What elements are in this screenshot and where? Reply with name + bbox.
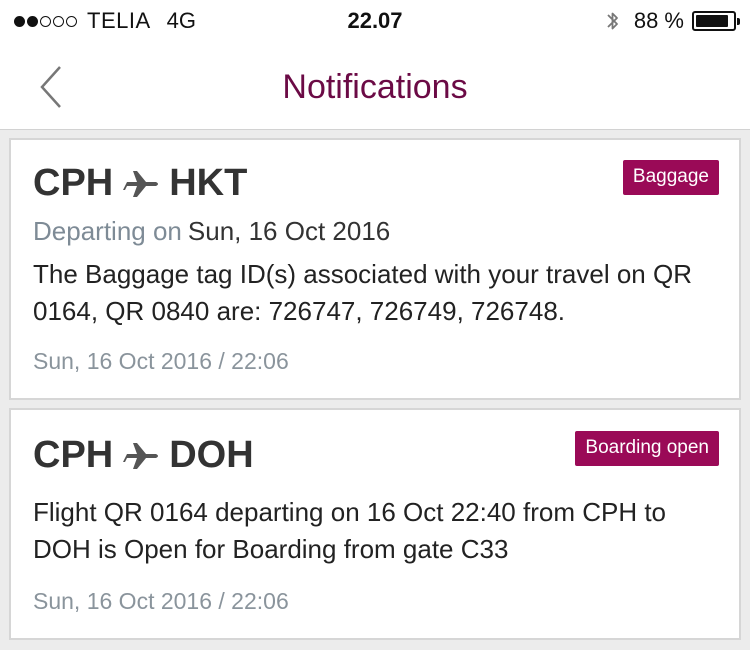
destination-code: HKT xyxy=(169,162,248,204)
notification-message: The Baggage tag ID(s) associated with yo… xyxy=(33,259,692,326)
status-bar: TELIA 4G 22.07 88 % xyxy=(0,0,750,42)
battery-level xyxy=(696,15,728,27)
origin-code: CPH xyxy=(33,162,114,204)
battery-percentage: 88 % xyxy=(633,8,684,33)
bluetooth-icon xyxy=(607,12,618,30)
battery-icon xyxy=(692,11,740,31)
notification-type-badge: Boarding open xyxy=(575,431,719,466)
battery-tip xyxy=(737,18,740,25)
notification-card[interactable]: CPH DOH Boarding open Flight QR 0164 dep… xyxy=(9,408,741,640)
origin-code: CPH xyxy=(33,434,114,476)
flight-route: CPH DOH xyxy=(33,434,254,477)
departing-label: Departing on xyxy=(33,216,182,246)
airplane-icon xyxy=(123,170,159,197)
notification-card[interactable]: CPH HKT Baggage Departing on Sun, 16 Oct … xyxy=(9,138,741,400)
notification-message: Flight QR 0164 departing on 16 Oct 22:40… xyxy=(33,497,667,564)
status-right: 88 % xyxy=(606,8,740,34)
departing-info: Departing on Sun, 16 Oct 2016 xyxy=(33,216,390,247)
flight-route: CPH HKT xyxy=(33,162,247,205)
notification-type-badge: Baggage xyxy=(622,160,719,195)
destination-code: DOH xyxy=(169,434,254,476)
notification-timestamp: Sun, 16 Oct 2016 / 22:06 xyxy=(33,588,289,614)
airplane-icon xyxy=(123,442,159,469)
notification-timestamp: Sun, 16 Oct 2016 / 22:06 xyxy=(33,348,289,374)
navigation-bar: Notifications xyxy=(0,42,750,130)
page-title: Notifications xyxy=(282,68,468,106)
departing-date: Sun, 16 Oct 2016 xyxy=(187,216,391,246)
